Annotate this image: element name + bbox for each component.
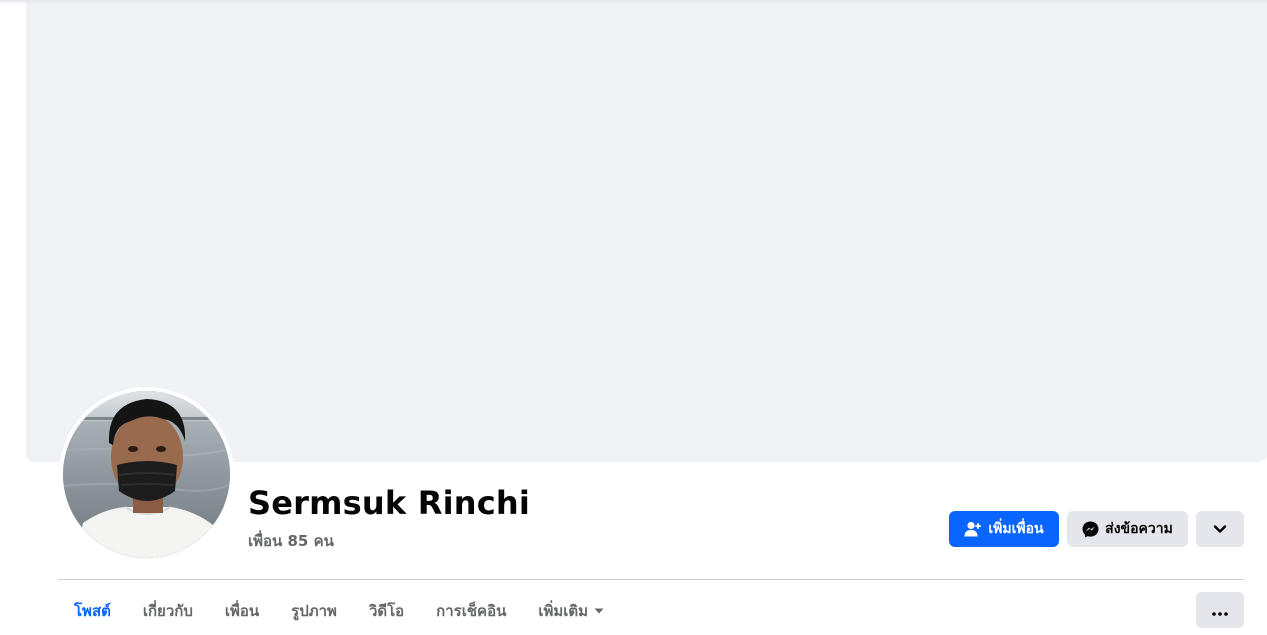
profile-tabs: โพสต์ เกี่ยวกับ เพื่อน รูปภาพ วิดีโอ การ…	[58, 587, 620, 635]
messenger-icon	[1082, 521, 1099, 538]
person-add-icon	[964, 521, 982, 537]
tabs-more-button[interactable]	[1196, 592, 1244, 628]
tab-about[interactable]: เกี่ยวกับ	[127, 589, 209, 633]
cover-photo[interactable]	[26, 0, 1267, 462]
ellipsis-icon	[1212, 601, 1228, 620]
tab-photos[interactable]: รูปภาพ	[275, 589, 353, 633]
tab-label: โพสต์	[74, 602, 111, 620]
tab-label: เกี่ยวกับ	[142, 602, 193, 620]
profile-picture[interactable]	[63, 391, 230, 558]
tab-label: วิดีโอ	[368, 602, 405, 620]
tab-label: รูปภาพ	[291, 602, 337, 620]
tab-posts[interactable]: โพสต์	[58, 589, 127, 633]
caret-down-icon	[594, 608, 604, 614]
profile-photo-image	[63, 391, 230, 558]
profile-name: Sermsuk Rinchi	[248, 484, 531, 522]
tab-label: เพิ่มเติม	[538, 602, 589, 620]
tab-more[interactable]: เพิ่มเติม	[522, 589, 620, 633]
tab-label: เพื่อน	[224, 602, 260, 620]
top-bar-shadow	[0, 0, 1267, 4]
add-friend-button[interactable]: เพิ่มเพื่อน	[949, 511, 1059, 547]
friend-count-link[interactable]: เพื่อน 85 คน	[248, 529, 334, 553]
tab-friends[interactable]: เพื่อน	[209, 589, 275, 633]
more-options-button[interactable]	[1196, 511, 1244, 547]
tab-check-ins[interactable]: การเช็คอิน	[420, 589, 522, 633]
chevron-down-icon	[1213, 524, 1227, 534]
tab-label: การเช็คอิน	[436, 602, 507, 620]
send-message-button[interactable]: ส่งข้อความ	[1067, 511, 1188, 547]
tab-videos[interactable]: วิดีโอ	[353, 589, 420, 633]
profile-picture-frame[interactable]	[59, 387, 234, 562]
profile-page: Sermsuk Rinchi เพื่อน 85 คน เพิ่มเพื่อน …	[0, 0, 1267, 635]
send-message-label: ส่งข้อความ	[1105, 521, 1173, 537]
add-friend-label: เพิ่มเพื่อน	[988, 521, 1044, 537]
profile-divider	[58, 579, 1244, 580]
